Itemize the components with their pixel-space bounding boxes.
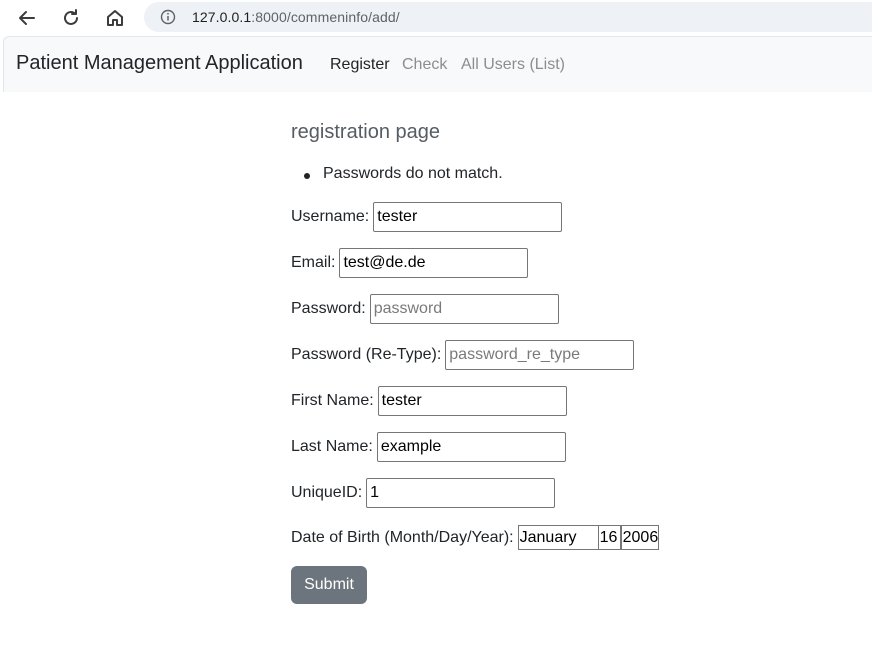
submit-button[interactable]: Submit	[291, 566, 367, 604]
dob-year-select[interactable]: 2006	[620, 525, 659, 550]
last-name-row: Last Name:	[291, 432, 566, 462]
nav-link-register[interactable]: Register	[330, 56, 390, 74]
url-host: 127.0.0.1	[192, 9, 252, 25]
last-name-label: Last Name:	[291, 438, 373, 455]
username-row: Username:	[291, 202, 563, 232]
dob-row: Date of Birth (Month/Day/Year): January …	[291, 525, 659, 550]
site-info-icon[interactable]	[160, 9, 176, 25]
url-text: 127.0.0.1:8000/commeninfo/add/	[192, 9, 400, 25]
password-retype-input[interactable]	[445, 340, 635, 370]
first-name-row: First Name:	[291, 386, 567, 416]
password-retype-row: Password (Re-Type):	[291, 340, 635, 370]
home-icon[interactable]	[100, 3, 130, 33]
password-row: Password:	[291, 294, 559, 324]
last-name-input[interactable]	[376, 432, 566, 462]
app-navbar: Patient Management Application Register …	[3, 36, 872, 92]
nav-link-check[interactable]: Check	[402, 56, 447, 74]
url-path: :8000/commeninfo/add/	[251, 9, 400, 25]
password-input[interactable]	[369, 294, 559, 324]
dob-month-select[interactable]: January	[517, 525, 599, 550]
password-retype-label: Password (Re-Type):	[291, 346, 442, 363]
unique-id-row: UniqueID:	[291, 478, 556, 508]
back-arrow-icon[interactable]	[12, 3, 42, 33]
username-input[interactable]	[373, 202, 563, 232]
brand-title[interactable]: Patient Management Application	[16, 52, 303, 75]
first-name-label: First Name:	[291, 392, 374, 409]
first-name-input[interactable]	[377, 386, 567, 416]
reload-icon[interactable]	[56, 3, 86, 33]
error-message: Passwords do not match.	[303, 165, 503, 183]
browser-toolbar: 127.0.0.1:8000/commeninfo/add/	[0, 0, 872, 36]
email-label: Email:	[291, 254, 336, 271]
username-label: Username:	[291, 208, 370, 225]
page-title: registration page	[291, 121, 440, 143]
dob-label: Date of Birth (Month/Day/Year):	[291, 528, 514, 546]
dob-day-select[interactable]: 16	[598, 525, 621, 550]
nav-link-all-users[interactable]: All Users (List)	[461, 56, 565, 74]
password-label: Password:	[291, 300, 366, 317]
address-bar[interactable]: 127.0.0.1:8000/commeninfo/add/	[144, 2, 872, 32]
error-list: Passwords do not match.	[303, 165, 503, 183]
unique-id-input[interactable]	[366, 478, 556, 508]
email-input[interactable]	[339, 248, 529, 278]
email-row: Email:	[291, 248, 529, 278]
unique-id-label: UniqueID:	[291, 484, 363, 501]
